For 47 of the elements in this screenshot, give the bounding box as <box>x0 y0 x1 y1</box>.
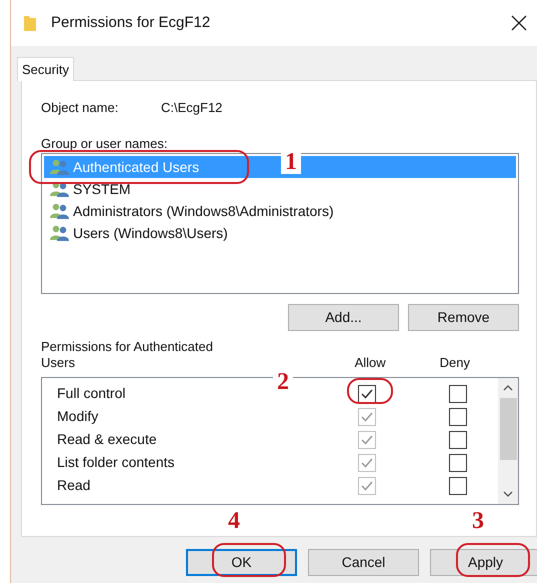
group-label: Group or user names: <box>41 136 168 152</box>
scroll-down-icon <box>503 491 513 497</box>
users-icon <box>50 225 70 241</box>
window-title: Permissions for EcgF12 <box>51 12 212 33</box>
users-icon <box>50 181 70 197</box>
user-list-item[interactable]: Users (Windows8\Users) <box>44 222 516 244</box>
checkbox[interactable] <box>449 384 467 402</box>
user-name: Administrators (Windows8\Administrators) <box>73 202 334 221</box>
permissions-label: Permissions for Authenticated Users <box>41 339 214 371</box>
dialog-button[interactable]: Cancel <box>308 549 419 576</box>
tab[interactable]: Security <box>17 57 74 81</box>
checkbox[interactable] <box>449 408 467 426</box>
user-name: Users (Windows8\Users) <box>73 224 228 243</box>
checkmark-icon <box>361 388 373 398</box>
users-icon <box>50 159 70 175</box>
checkmark-icon <box>361 458 373 468</box>
scrollbar[interactable] <box>498 378 518 504</box>
permission-name: Full control <box>57 384 126 403</box>
user-list-item[interactable]: Administrators (Windows8\Administrators) <box>44 200 516 222</box>
scrollbar-thumb[interactable] <box>500 398 516 460</box>
user-name: Authenticated Users <box>73 158 200 176</box>
scroll-up-icon <box>503 385 513 391</box>
permission-name: Modify <box>57 407 98 426</box>
checkbox[interactable] <box>449 476 467 494</box>
user-name: SYSTEM <box>73 180 131 198</box>
checkmark-icon <box>361 434 373 444</box>
permission-name: Read & execute <box>57 430 157 449</box>
step-number: 1 <box>281 150 301 174</box>
object-name-label: Object name: <box>41 99 120 118</box>
list-action-button[interactable]: Remove <box>408 304 519 331</box>
checkmark-icon <box>361 480 373 490</box>
user-list-item[interactable]: SYSTEM <box>44 178 516 200</box>
close-icon <box>511 15 527 31</box>
folder-icon <box>23 14 37 32</box>
dialog-button[interactable]: OK <box>186 549 297 576</box>
object-name-value: C:\EcgF12 <box>161 99 222 118</box>
users-icon <box>50 203 70 219</box>
checkbox[interactable] <box>358 384 376 402</box>
checkbox[interactable] <box>449 430 467 448</box>
permission-name: List folder contents <box>57 453 175 472</box>
column-header: Allow <box>354 355 386 371</box>
checkmark-icon <box>361 412 373 422</box>
dialog-button[interactable]: Apply <box>430 549 537 576</box>
checkbox[interactable] <box>449 454 467 472</box>
permission-name: Read <box>57 476 90 495</box>
column-header: Deny <box>440 355 470 371</box>
list-action-button[interactable]: Add... <box>288 304 399 331</box>
